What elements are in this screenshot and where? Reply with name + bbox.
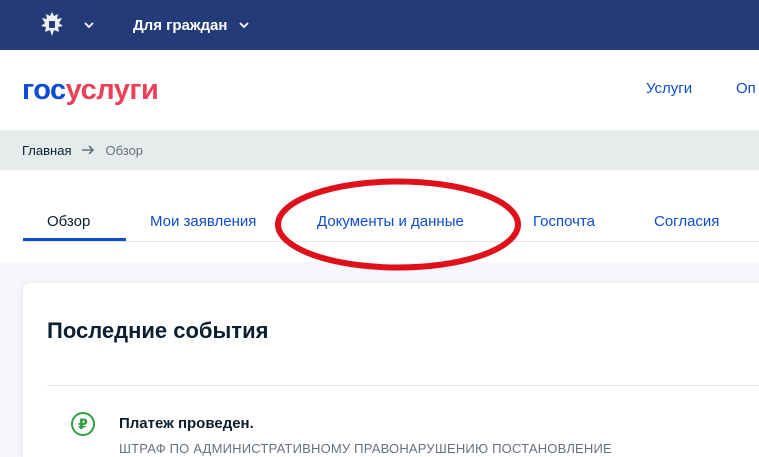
ruble-icon: ₽ [71,412,95,436]
nav-link-services[interactable]: Услуги [646,80,692,97]
breadcrumb-current: Обзор [105,142,144,158]
nav-link-payment[interactable]: Оп [736,80,756,97]
breadcrumb-home[interactable]: Главная [22,143,71,158]
russia-coat-of-arms-icon[interactable] [38,10,66,40]
audience-label: Для граждан [133,16,228,34]
event-description: ШТРАФ ПО АДМИНИСТРАТИВНОМУ ПРАВОНАРУШЕНИ… [119,441,612,456]
chevron-down-icon [239,22,250,29]
red-ellipse-annotation [275,178,521,271]
tab-consents[interactable]: Согласия [654,213,719,230]
event-title[interactable]: Платеж проведен. [119,415,254,432]
divider [47,385,759,386]
tab-gospochta[interactable]: Госпочта [533,213,595,230]
active-tab-indicator [23,238,126,241]
tab-my-applications[interactable]: Мои заявления [150,213,256,230]
chevron-down-icon[interactable] [82,18,96,32]
tab-overview[interactable]: Обзор [47,213,90,230]
breadcrumb: Главная Обзор [0,130,759,170]
gosuslugi-logo[interactable]: госуслуги [22,74,159,106]
top-bar: Для граждан [0,0,759,50]
arrow-right-icon [82,145,95,155]
audience-selector[interactable]: Для граждан [133,0,251,50]
logo-part-gos: гос [22,74,66,106]
events-title: Последние события [47,318,269,343]
logo-part-uslugi: услуги [65,74,159,106]
